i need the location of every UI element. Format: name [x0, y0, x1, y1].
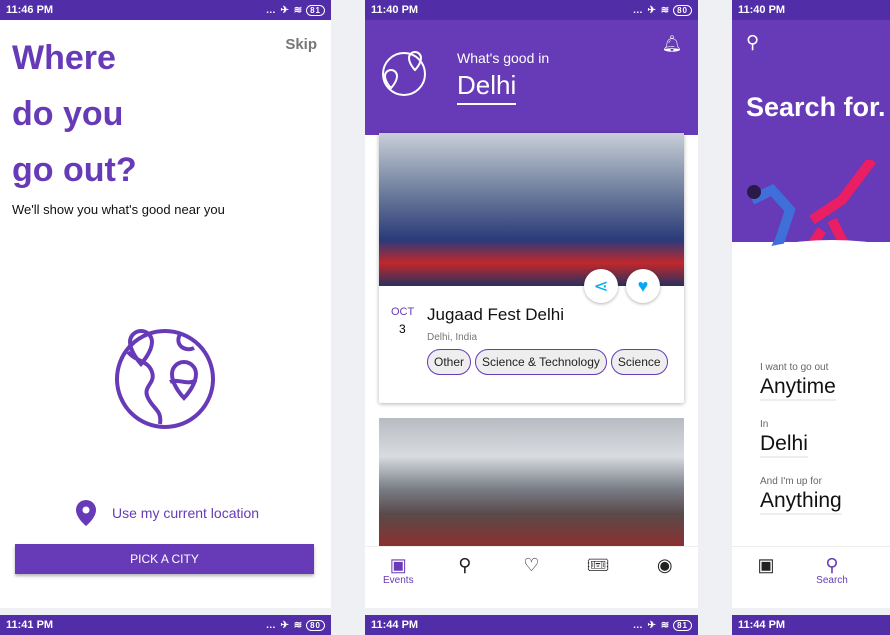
use-location-button[interactable]: Use my current location	[76, 500, 259, 526]
tag-chip[interactable]: Science & Technology	[475, 349, 607, 375]
event-image[interactable]	[379, 418, 684, 546]
calendar-icon: ▣	[389, 555, 407, 575]
nav-events[interactable]: ▣ Events	[378, 555, 418, 608]
share-icon: ⋖	[593, 275, 609, 296]
header: What's good in Delhi 🔔︎	[365, 20, 698, 135]
events-screen: 11:40 PM… ✈ ≋ 80 What's good in Delhi 🔔︎ …	[365, 0, 698, 608]
when-field[interactable]: I want to go out Anytime	[760, 362, 836, 401]
search-screen: 11:40 PM ⚲ Search for. . I want to go ou…	[732, 0, 890, 608]
event-card[interactable]: ⋖ ♥ OCT 3 Jugaad Fest Delhi Delhi, India…	[379, 133, 684, 403]
event-title: Jugaad Fest Delhi	[427, 305, 565, 324]
nav-profile[interactable]: ◉	[645, 555, 685, 608]
skip-button[interactable]: Skip	[285, 36, 317, 53]
tag-chip[interactable]: Science	[610, 349, 668, 375]
status-bar: 11:46 PM… ✈ ≋ 81	[0, 0, 331, 20]
nav-search[interactable]: ⚲	[445, 555, 485, 608]
status-bar: 11:44 PM	[732, 615, 890, 635]
share-button[interactable]: ⋖	[584, 269, 618, 303]
status-bar: 11:40 PM	[732, 0, 890, 20]
nav-favorites[interactable]: ♡	[511, 555, 551, 608]
globe-location-icon	[382, 51, 426, 96]
page-title: Where do you go out?	[12, 39, 137, 189]
calendar-icon: ▣	[757, 555, 775, 575]
city-selector[interactable]: Delhi	[457, 70, 517, 105]
search-icon: ⚲	[458, 555, 472, 575]
status-bar: 11:44 PM… ✈ ≋ 81	[365, 615, 698, 635]
bell-icon[interactable]: 🔔︎	[662, 34, 682, 54]
ticket-icon: 🎟︎	[586, 555, 610, 575]
location-pin-icon	[76, 500, 96, 526]
onboarding-screen: 11:46 PM… ✈ ≋ 81 Where do you go out? Skip …	[0, 0, 331, 608]
event-location: Delhi, India	[427, 332, 478, 343]
pick-city-button[interactable]: PICK A CITY	[15, 544, 314, 574]
favorite-button[interactable]: ♥	[626, 269, 660, 303]
heart-icon: ♥	[637, 275, 649, 296]
location-field[interactable]: In Delhi	[760, 419, 808, 458]
bottom-nav: ▣ ⚲ Search	[732, 546, 890, 608]
status-icons: … ✈ ≋ 80	[633, 4, 692, 16]
account-icon: ◉	[656, 555, 673, 575]
page-title: Search for. .	[746, 92, 890, 122]
globe-location-icon	[115, 329, 215, 429]
heart-icon: ♡	[523, 555, 540, 575]
nav-tickets[interactable]: 🎟︎	[578, 555, 618, 608]
header: ⚲ Search for. .	[732, 20, 890, 280]
status-bar: 11:40 PM… ✈ ≋ 80	[365, 0, 698, 20]
tag-chip[interactable]: Other	[427, 349, 472, 375]
event-image	[379, 133, 684, 286]
status-bar: 11:41 PM… ✈ ≋ 80	[0, 615, 331, 635]
nav-events[interactable]: ▣	[746, 555, 786, 608]
search-icon: ⚲	[825, 555, 839, 575]
status-icons: … ✈ ≋ 81	[266, 4, 325, 16]
category-field[interactable]: And I'm up for Anything	[760, 476, 842, 515]
subtitle: We'll show you what's good near you	[12, 202, 225, 217]
search-icon[interactable]: ⚲	[746, 32, 759, 53]
nav-search[interactable]: ⚲ Search	[812, 555, 852, 608]
bottom-nav: ▣ Events ⚲ ♡ 🎟︎ ◉	[365, 546, 698, 608]
